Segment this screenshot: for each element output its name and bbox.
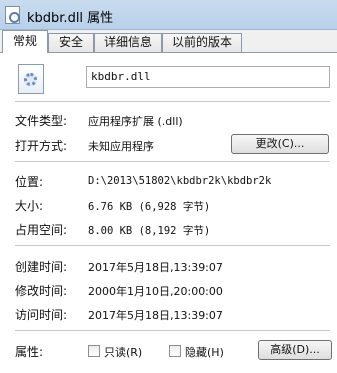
tab-strip: 常规 安全 详细信息 以前的版本: [0, 30, 337, 53]
location-label: 位置:: [15, 175, 44, 189]
readonly-checkbox[interactable]: [88, 345, 100, 357]
modified-label: 修改时间:: [15, 284, 68, 298]
location-value: D:\2013\51802\kbdbr2k\kbdbr2k: [88, 175, 272, 187]
divider: [15, 330, 330, 332]
size-label: 大小:: [15, 199, 44, 213]
size-value: 6.76 KB (6,928 字节): [88, 201, 211, 213]
divider: [15, 245, 330, 247]
tab-details[interactable]: 详细信息: [94, 33, 162, 52]
attributes-label: 属性:: [15, 345, 44, 359]
file-icon: [5, 6, 20, 24]
created-value: 2017年5月18日,13:39:07: [88, 261, 223, 274]
file-type-label: 文件类型:: [15, 114, 68, 128]
advanced-button[interactable]: 高级(D)...: [258, 340, 332, 360]
gear-icon: [24, 73, 37, 86]
hidden-checkbox[interactable]: [169, 345, 181, 357]
opens-with-value: 未知应用程序: [88, 140, 154, 153]
file-name-field[interactable]: kbdbr.dll: [86, 66, 330, 88]
size-on-disk-label: 占用空间:: [15, 223, 68, 237]
file-type-value: 应用程序扩展 (.dll): [88, 115, 183, 128]
readonly-label[interactable]: 只读(R): [104, 344, 142, 360]
size-on-disk-value: 8.00 KB (8,192 字节): [88, 225, 211, 237]
title-bar: kbdbr.dll 属性: [0, 0, 337, 30]
window-title: kbdbr.dll 属性: [27, 11, 114, 26]
hidden-label[interactable]: 隐藏(H): [185, 344, 224, 360]
opens-with-label: 打开方式:: [15, 139, 68, 153]
dll-settings-file-icon: [18, 64, 44, 94]
accessed-label: 访问时间:: [15, 308, 68, 322]
change-button[interactable]: 更改(C)...: [231, 134, 329, 154]
tab-security[interactable]: 安全: [48, 33, 94, 52]
modified-value: 2000年1月10日,20:00:00: [88, 285, 223, 298]
tab-previous-versions[interactable]: 以前的版本: [162, 33, 242, 52]
accessed-value: 2017年5月18日,13:39:07: [88, 309, 223, 322]
tab-general[interactable]: 常规: [2, 30, 48, 53]
divider: [15, 101, 330, 103]
divider: [15, 161, 330, 163]
created-label: 创建时间:: [15, 260, 68, 274]
